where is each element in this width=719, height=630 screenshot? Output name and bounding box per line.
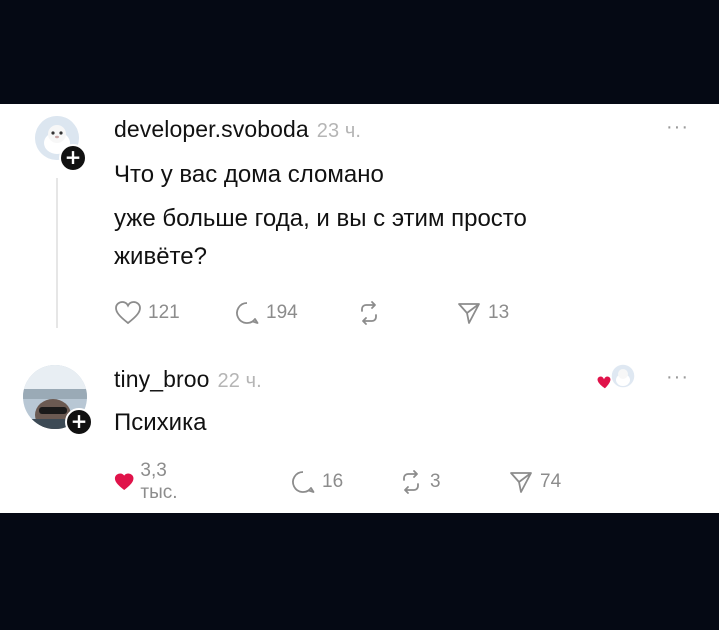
follow-plus-icon[interactable]: +: [59, 144, 87, 172]
post-text-line: Что у вас дома сломано: [114, 161, 384, 188]
post-header: developer.svoboda 23 ч.: [114, 116, 361, 143]
share-count: 74: [540, 471, 562, 492]
like-button[interactable]: 121: [114, 298, 180, 328]
author-liked-heart-icon: [596, 363, 636, 390]
username[interactable]: tiny_broo: [114, 366, 210, 392]
author-liked-badge: [596, 362, 636, 394]
share-count: 13: [488, 302, 510, 323]
repost-icon: [361, 301, 377, 325]
like-count: 3,3 тыс.: [140, 460, 178, 503]
repost-icon: [403, 470, 419, 494]
post-developer-svoboda: + developer.svoboda 23 ч. ··· Что у вас д…: [0, 104, 719, 344]
avatar[interactable]: +: [23, 365, 93, 436]
repost-button[interactable]: [356, 298, 388, 328]
avatar[interactable]: +: [35, 116, 87, 172]
repost-count: 3: [430, 471, 441, 492]
post-text-line: живёте?: [114, 243, 207, 270]
username[interactable]: developer.svoboda: [114, 116, 309, 142]
thread-connector: [56, 178, 58, 328]
share-icon: [510, 472, 532, 493]
comment-count: 16: [322, 471, 344, 492]
heart-icon: [114, 473, 134, 490]
comment-icon: [236, 302, 259, 324]
share-icon: [458, 303, 480, 324]
more-icon[interactable]: ···: [666, 116, 689, 139]
more-icon[interactable]: ···: [666, 366, 689, 389]
follow-plus-icon[interactable]: +: [65, 408, 93, 436]
timestamp: 22 ч.: [217, 370, 262, 392]
heart-icon: [115, 301, 141, 325]
post-text-line: уже больше года, и вы с этим просто: [114, 205, 527, 232]
share-button[interactable]: 74: [508, 467, 561, 497]
comment-button[interactable]: 194: [234, 298, 298, 328]
comment-count: 194: [266, 302, 298, 323]
like-count: 121: [148, 302, 180, 323]
comment-icon: [292, 471, 315, 493]
post-tiny-broo: + tiny_broo 22 ч. ··· Психика 3,3 тыс. 1…: [0, 349, 719, 513]
thread-card: + developer.svoboda 23 ч. ··· Что у вас д…: [0, 104, 719, 513]
comment-button[interactable]: 16: [290, 467, 343, 497]
post-text-line: Психика: [114, 409, 207, 436]
post-header: tiny_broo 22 ч.: [114, 366, 262, 393]
like-button[interactable]: 3,3 тыс.: [114, 460, 187, 503]
share-button[interactable]: 13: [456, 298, 509, 328]
repost-button[interactable]: 3: [398, 467, 441, 497]
timestamp: 23 ч.: [316, 120, 362, 142]
